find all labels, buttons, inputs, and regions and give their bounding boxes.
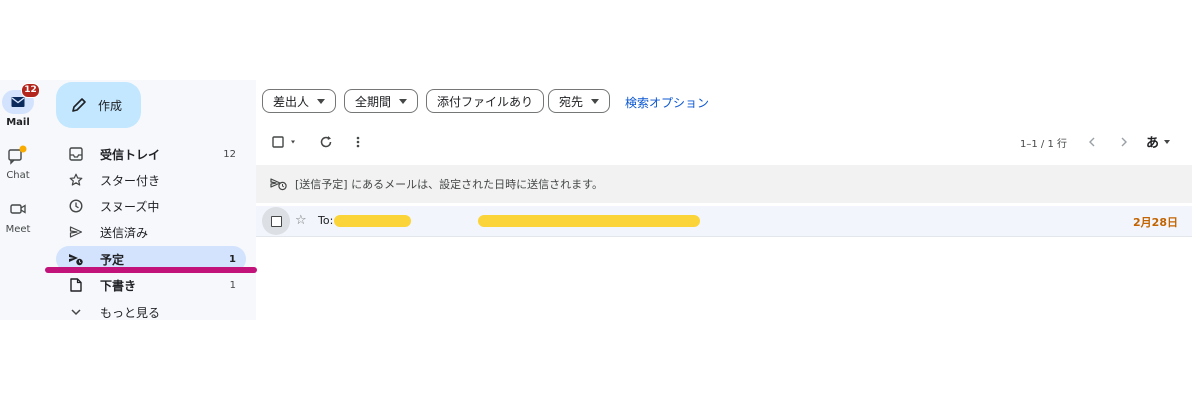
search-options-link[interactable]: 検索オプション xyxy=(625,94,709,111)
filter-chip-date[interactable]: 全期間 xyxy=(344,89,419,113)
scheduled-notice-text: [送信予定] にあるメールは、設定された日時に送信されます。 xyxy=(295,178,603,191)
input-tools-button[interactable]: あ xyxy=(1146,132,1171,151)
sidebar-item-inbox[interactable]: 受信トレイ 12 xyxy=(56,141,246,167)
rail-mail[interactable]: 12 Mail xyxy=(0,83,40,128)
filter-chip-label: 宛先 xyxy=(559,94,584,109)
star-icon xyxy=(68,172,84,188)
send-icon xyxy=(68,224,84,240)
star-icon[interactable]: ☆ xyxy=(295,213,307,229)
sidebar-item-count: 12 xyxy=(223,148,236,160)
gmail-app: 12 Mail Chat Meet 作成 受信トレイ 12 スター付き スヌーズ… xyxy=(0,80,1192,320)
sidebar-item-more[interactable]: もっと見る xyxy=(56,299,246,320)
caret-down-icon xyxy=(591,98,600,104)
sidebar-item-sent[interactable]: 送信済み xyxy=(56,219,246,245)
annotation-underline xyxy=(45,267,257,273)
rail-mail-label: Mail xyxy=(6,117,30,128)
rail-chat[interactable]: Chat xyxy=(0,143,36,181)
message-row[interactable]: ☆ To: 2月28日 xyxy=(256,206,1192,237)
sidebar-item-count: 1 xyxy=(229,279,236,291)
more-vert-icon[interactable] xyxy=(352,134,364,150)
row-checkbox[interactable] xyxy=(262,207,290,235)
redacted-recipient xyxy=(334,215,411,227)
compose-button[interactable]: 作成 xyxy=(56,82,141,128)
select-all-checkbox[interactable] xyxy=(270,135,302,149)
message-date: 2月28日 xyxy=(1133,216,1178,229)
rail-meet[interactable]: Meet xyxy=(0,197,36,235)
caret-down-icon xyxy=(317,98,326,104)
caret-down-icon xyxy=(1164,139,1171,144)
filter-chip-label: 全期間 xyxy=(355,94,392,109)
mail-unread-badge: 12 xyxy=(21,83,40,98)
pagination-text: 1–1 / 1 行 xyxy=(1020,139,1067,150)
rail-meet-label: Meet xyxy=(5,224,31,235)
chat-icon xyxy=(2,143,34,167)
main-content: 差出人 全期間 添付ファイルあり 宛先 検索オプション 1–1 / 1 行 あ … xyxy=(256,80,1192,320)
scheduled-send-icon xyxy=(68,251,84,267)
sidebar-item-label: スヌーズ中 xyxy=(100,199,160,214)
recipient-prefix: To: xyxy=(318,214,334,227)
sidebar-item-label: もっと見る xyxy=(100,305,161,320)
sidebar-item-label: 予定 xyxy=(100,252,125,267)
mail-icon: 12 xyxy=(2,83,40,114)
sidebar-item-label: 下書き xyxy=(100,278,137,293)
refresh-icon[interactable] xyxy=(318,134,334,150)
redacted-subject xyxy=(478,215,700,227)
filter-chip-attachment[interactable]: 添付ファイルあり xyxy=(426,89,545,113)
sidebar-item-snoozed[interactable]: スヌーズ中 xyxy=(56,193,246,219)
sidebar-item-label: 送信済み xyxy=(100,225,149,240)
sidebar: 作成 受信トレイ 12 スター付き スヌーズ中 送信済み 予定 1 下書き 1 … xyxy=(46,80,256,320)
filter-chip-label: 添付ファイルあり xyxy=(437,94,534,109)
chevron-left-icon[interactable] xyxy=(1086,135,1098,149)
app-rail: 12 Mail Chat Meet xyxy=(0,80,46,320)
filter-chip-to[interactable]: 宛先 xyxy=(548,89,611,113)
inbox-icon xyxy=(68,146,84,162)
sidebar-item-count: 1 xyxy=(229,253,236,265)
checkbox-icon xyxy=(270,215,282,227)
sidebar-item-label: 受信トレイ xyxy=(100,147,161,162)
video-icon xyxy=(2,197,34,221)
sidebar-item-drafts[interactable]: 下書き 1 xyxy=(56,272,246,298)
chevron-right-icon[interactable] xyxy=(1118,135,1130,149)
input-tools-label: あ xyxy=(1146,136,1160,151)
scheduled-send-icon xyxy=(270,176,288,192)
sidebar-item-starred[interactable]: スター付き xyxy=(56,167,246,193)
compose-label: 作成 xyxy=(98,98,123,113)
pencil-icon xyxy=(70,96,88,114)
chevron-down-icon xyxy=(68,304,84,320)
filter-chip-label: 差出人 xyxy=(273,94,310,109)
draft-icon xyxy=(68,277,84,293)
filter-chip-from[interactable]: 差出人 xyxy=(262,89,337,113)
scheduled-notice-banner: [送信予定] にあるメールは、設定された日時に送信されます。 xyxy=(256,165,1192,203)
rail-chat-label: Chat xyxy=(6,170,30,181)
clock-icon xyxy=(68,198,84,214)
sidebar-item-label: スター付き xyxy=(100,173,161,188)
caret-down-icon xyxy=(399,98,408,104)
